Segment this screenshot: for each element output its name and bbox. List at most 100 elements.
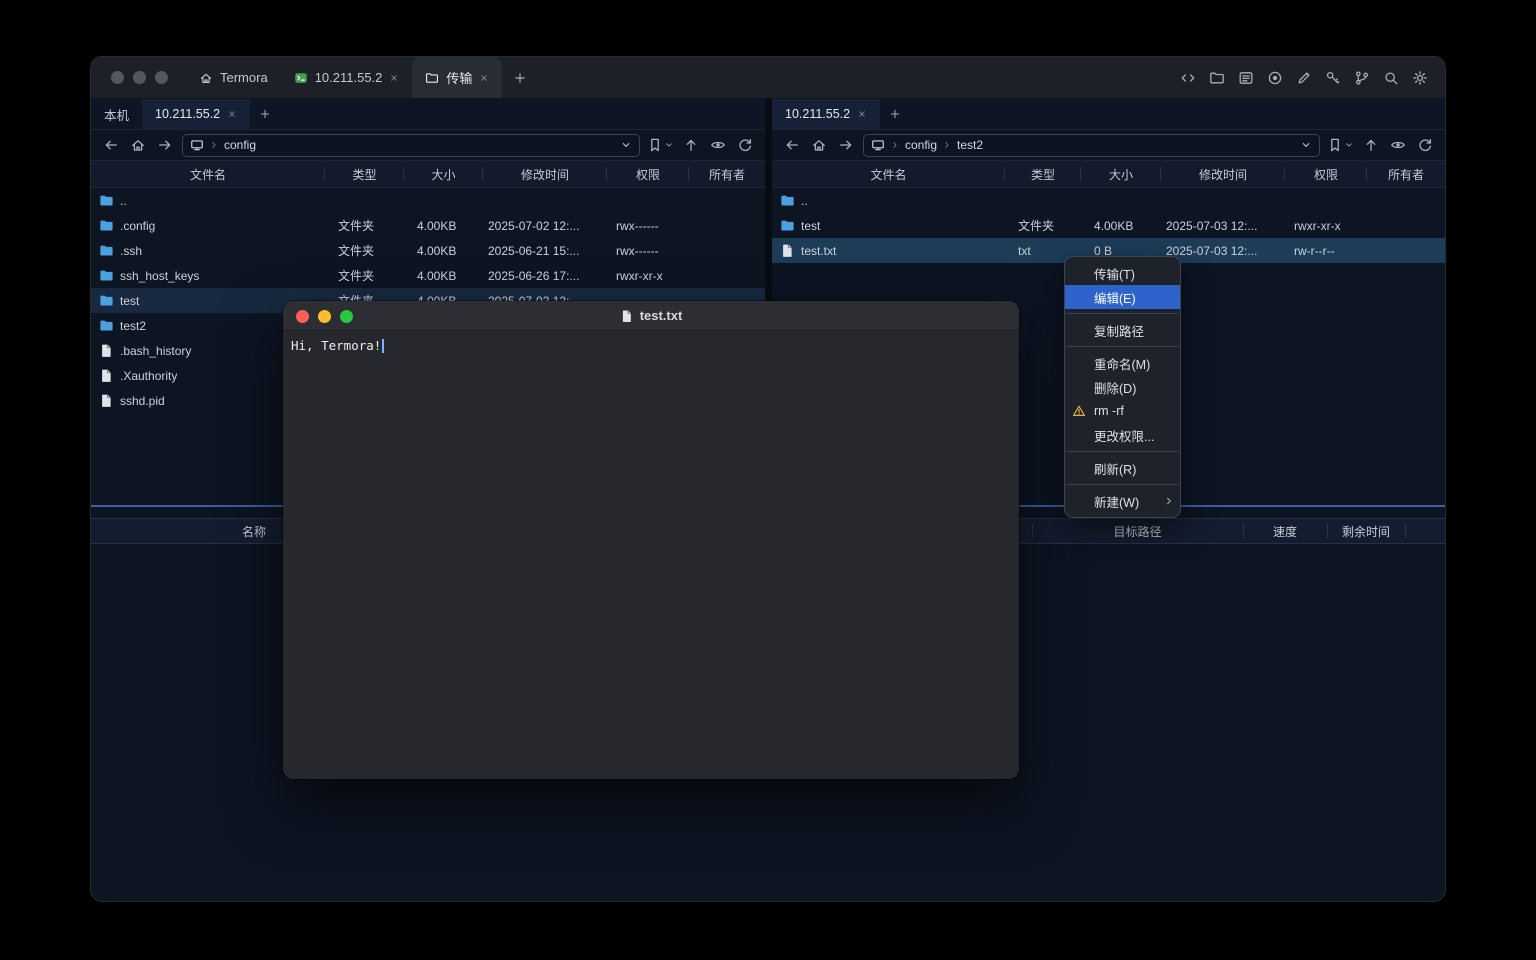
- column-header-perms[interactable]: 权限: [607, 161, 689, 187]
- menu-item-transfer[interactable]: 传输(T): [1065, 261, 1180, 285]
- search-icon[interactable]: [1383, 70, 1399, 86]
- pencil-icon[interactable]: [1296, 70, 1312, 86]
- key-icon[interactable]: [1325, 70, 1341, 86]
- minimize-window-button[interactable]: [318, 310, 331, 323]
- close-tab-icon[interactable]: [227, 109, 237, 119]
- bookmark-button[interactable]: [1327, 137, 1354, 153]
- menu-separator: [1066, 484, 1179, 485]
- close-window-button[interactable]: [296, 310, 309, 323]
- menu-item-rm-rf[interactable]: rm -rf: [1065, 399, 1180, 423]
- new-panel-tab-button[interactable]: [880, 99, 910, 129]
- chevron-down-icon[interactable]: [1300, 139, 1312, 151]
- file-modified: 2025-07-02 12:...: [483, 213, 607, 238]
- folder-icon: [99, 293, 114, 308]
- column-header-size[interactable]: 大小: [404, 161, 483, 187]
- column-header-perms[interactable]: 权限: [1285, 161, 1367, 187]
- column-header-modified[interactable]: 修改时间: [483, 161, 607, 187]
- column-header-name[interactable]: 文件名: [91, 161, 325, 187]
- menu-item-new[interactable]: 新建(W): [1065, 489, 1180, 513]
- folder-icon[interactable]: [1209, 70, 1225, 86]
- tab-remote-host[interactable]: 10.211.55.2: [772, 99, 880, 129]
- zoom-window-button[interactable]: [340, 310, 353, 323]
- column-header-type[interactable]: 类型: [1005, 161, 1081, 187]
- file-owner: [1367, 213, 1445, 238]
- file-row[interactable]: test 文件夹 4.00KB 2025-07-03 12:... rwxr-x…: [772, 213, 1445, 238]
- tab-transfer[interactable]: 传输: [412, 57, 502, 98]
- column-header-speed[interactable]: 速度: [1243, 519, 1327, 543]
- file-row[interactable]: ..: [772, 188, 1445, 213]
- menu-item-edit[interactable]: 编辑(E): [1065, 285, 1180, 309]
- tab-remote-host[interactable]: 10.211.55.2: [142, 99, 250, 129]
- record-icon[interactable]: [1267, 70, 1283, 86]
- code-icon[interactable]: [1180, 70, 1196, 86]
- editor-content[interactable]: Hi, Termora!: [283, 331, 1019, 779]
- file-perms: rwx------: [607, 213, 689, 238]
- tab-label: 10.211.55.2: [155, 107, 220, 121]
- column-header-type[interactable]: 类型: [325, 161, 404, 187]
- computer-icon: [190, 138, 204, 152]
- path-bar[interactable]: config test2: [863, 134, 1320, 157]
- bookmark-button[interactable]: [647, 137, 674, 153]
- chevron-down-icon[interactable]: [620, 139, 632, 151]
- close-tab-icon[interactable]: [389, 73, 399, 83]
- breadcrumb-segment[interactable]: test2: [957, 138, 983, 152]
- folder-icon: [99, 243, 114, 258]
- zoom-window-button[interactable]: [155, 71, 168, 84]
- column-header-owner[interactable]: 所有者: [1367, 161, 1445, 187]
- breadcrumb-segment[interactable]: config: [905, 138, 937, 152]
- menu-item-change-permissions[interactable]: 更改权限...: [1065, 423, 1180, 447]
- left-panel-tabs: 本机 10.211.55.2: [91, 99, 765, 130]
- forward-button[interactable]: [155, 134, 175, 156]
- upload-button[interactable]: [681, 134, 701, 156]
- minimize-window-button[interactable]: [133, 71, 146, 84]
- tab-label: 本机: [104, 105, 129, 124]
- menu-item-delete[interactable]: 删除(D): [1065, 375, 1180, 399]
- branch-icon[interactable]: [1354, 70, 1370, 86]
- show-hidden-button[interactable]: [708, 134, 728, 156]
- file-row[interactable]: ..: [91, 188, 765, 213]
- file-row[interactable]: .config 文件夹 4.00KB 2025-07-02 12:... rwx…: [91, 213, 765, 238]
- folder-icon: [99, 218, 114, 233]
- close-tab-icon[interactable]: [857, 109, 867, 119]
- file-name: ..: [120, 194, 127, 208]
- upload-button[interactable]: [1361, 134, 1381, 156]
- editor-titlebar: test.txt: [283, 301, 1019, 331]
- new-panel-tab-button[interactable]: [250, 99, 280, 129]
- column-header-owner[interactable]: 所有者: [689, 161, 765, 187]
- breadcrumb-segment[interactable]: config: [224, 138, 256, 152]
- settings-icon[interactable]: [1412, 70, 1428, 86]
- column-header-eta[interactable]: 剩余时间: [1327, 519, 1405, 543]
- chevron-right-icon: [209, 140, 219, 150]
- column-header-modified[interactable]: 修改时间: [1161, 161, 1285, 187]
- refresh-button[interactable]: [1415, 134, 1435, 156]
- file-type: [325, 188, 404, 213]
- menu-item-rename[interactable]: 重命名(M): [1065, 351, 1180, 375]
- refresh-button[interactable]: [735, 134, 755, 156]
- new-tab-button[interactable]: [502, 57, 538, 98]
- plus-icon: [259, 108, 271, 120]
- left-table-header: 文件名 类型 大小 修改时间 权限 所有者: [91, 161, 765, 188]
- notes-icon[interactable]: [1238, 70, 1254, 86]
- home-button[interactable]: [128, 134, 148, 156]
- file-row[interactable]: ssh_host_keys 文件夹 4.00KB 2025-06-26 17:.…: [91, 263, 765, 288]
- column-header-target-path[interactable]: 目标路径: [1032, 519, 1243, 543]
- show-hidden-button[interactable]: [1388, 134, 1408, 156]
- column-header-size[interactable]: 大小: [1081, 161, 1161, 187]
- close-tab-icon[interactable]: [479, 73, 489, 83]
- back-button[interactable]: [782, 134, 802, 156]
- home-button[interactable]: [809, 134, 829, 156]
- tab-local[interactable]: 本机: [91, 99, 142, 129]
- menu-item-copy-path[interactable]: 复制路径: [1065, 318, 1180, 342]
- path-bar[interactable]: config: [182, 134, 640, 157]
- close-window-button[interactable]: [111, 71, 124, 84]
- traffic-lights: [91, 57, 186, 98]
- column-header-name[interactable]: 文件名: [772, 161, 1005, 187]
- file-name: ..: [801, 194, 808, 208]
- back-button[interactable]: [101, 134, 121, 156]
- tab-termora[interactable]: Termora: [186, 57, 281, 98]
- file-icon: [99, 368, 114, 383]
- file-row[interactable]: .ssh 文件夹 4.00KB 2025-06-21 15:... rwx---…: [91, 238, 765, 263]
- menu-item-refresh[interactable]: 刷新(R): [1065, 456, 1180, 480]
- tab-host[interactable]: 10.211.55.2: [281, 57, 413, 98]
- forward-button[interactable]: [836, 134, 856, 156]
